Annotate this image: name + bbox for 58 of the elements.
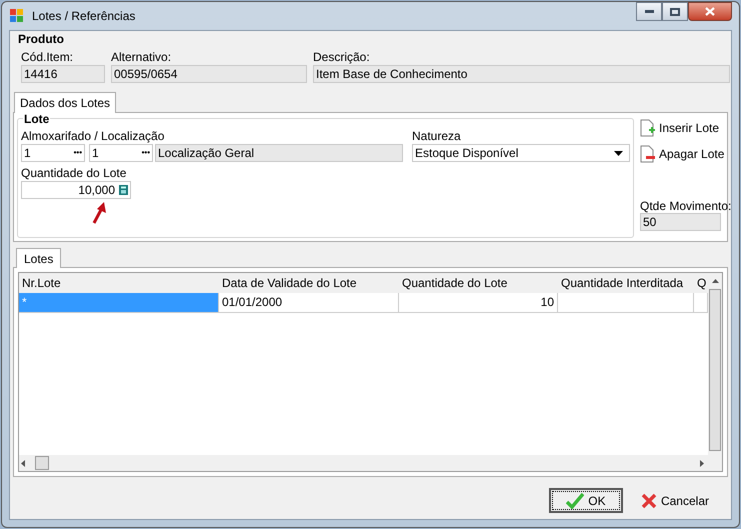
- field-label: Quantidade do Lote: [21, 165, 128, 181]
- window-title: Lotes / Referências: [32, 8, 136, 25]
- field-label: Cód.Item:: [21, 50, 74, 64]
- group-title: Lote: [23, 112, 50, 126]
- field-label: Qtde Movimento:: [640, 199, 732, 213]
- insert-button[interactable]: Inserir Lote: [640, 118, 732, 138]
- read-only-field: Item Base de Conhecimento: [313, 65, 730, 83]
- cancel-button[interactable]: Cancelar: [628, 488, 721, 513]
- remove-document-icon: [640, 145, 656, 163]
- dropdown-arrow-icon: [614, 150, 623, 156]
- arrow-icon: [91, 202, 107, 224]
- field-label: Natureza: [412, 128, 462, 144]
- maximize-icon: [670, 8, 680, 16]
- table-cell: 10: [399, 293, 558, 312]
- field-label: Alternativo:: [111, 50, 172, 64]
- lookup-field[interactable]: 1 •••: [89, 144, 153, 162]
- tab[interactable]: Dados dos Lotes: [14, 92, 116, 113]
- calculator-icon: [119, 185, 128, 195]
- close-icon: [705, 7, 715, 16]
- minimize-button[interactable]: [636, 2, 662, 21]
- horizontal-scrollbar[interactable]: [19, 455, 708, 471]
- add-document-icon: [640, 119, 656, 137]
- scrollbar-thumb[interactable]: [709, 289, 721, 451]
- right-arrow-icon: [700, 460, 704, 466]
- field-label: Descrição:: [313, 50, 371, 64]
- close-icon: [640, 492, 657, 508]
- column-header[interactable]: Quantidade Interditada: [558, 274, 694, 292]
- app-icon: [10, 9, 24, 23]
- vertical-scrollbar[interactable]: [708, 273, 722, 471]
- read-only-field: 50: [640, 213, 721, 231]
- delete-button[interactable]: Apagar Lote: [640, 144, 732, 164]
- maximize-button[interactable]: [662, 2, 688, 21]
- table-cell: 01/01/2000: [219, 293, 399, 312]
- field-value: 1: [92, 145, 99, 162]
- dropdown[interactable]: Estoque Disponível: [412, 144, 630, 162]
- scrollbar-thumb[interactable]: [35, 456, 49, 470]
- column-header[interactable]: Quantidade do Lote: [399, 274, 558, 292]
- number-field[interactable]: 10,000: [21, 181, 131, 199]
- field-label: Almoxarifado / Localização: [21, 128, 166, 144]
- read-only-field: 00595/0654: [111, 65, 307, 83]
- group-title: Produto: [18, 32, 65, 46]
- ellipsis-button[interactable]: •••: [74, 147, 82, 159]
- read-only-field: 14416: [21, 65, 105, 83]
- lookup-field[interactable]: 1 •••: [21, 144, 85, 162]
- checkmark-icon: [566, 492, 584, 508]
- column-header[interactable]: Data de Validade do Lote: [219, 274, 399, 292]
- ok-button[interactable]: OK: [548, 488, 623, 513]
- table-cell: *: [19, 293, 219, 312]
- minimize-icon: [644, 10, 654, 13]
- tab[interactable]: Lotes: [16, 248, 62, 268]
- column-header[interactable]: Nr.Lote: [19, 274, 219, 292]
- read-only-field: Localização Geral: [155, 144, 403, 162]
- up-arrow-icon: [712, 279, 718, 283]
- column-header[interactable]: Q: [694, 274, 708, 292]
- left-arrow-icon: [21, 460, 25, 466]
- ellipsis-button[interactable]: •••: [142, 147, 150, 159]
- field-value: 1: [24, 145, 31, 162]
- close-button[interactable]: [688, 2, 732, 21]
